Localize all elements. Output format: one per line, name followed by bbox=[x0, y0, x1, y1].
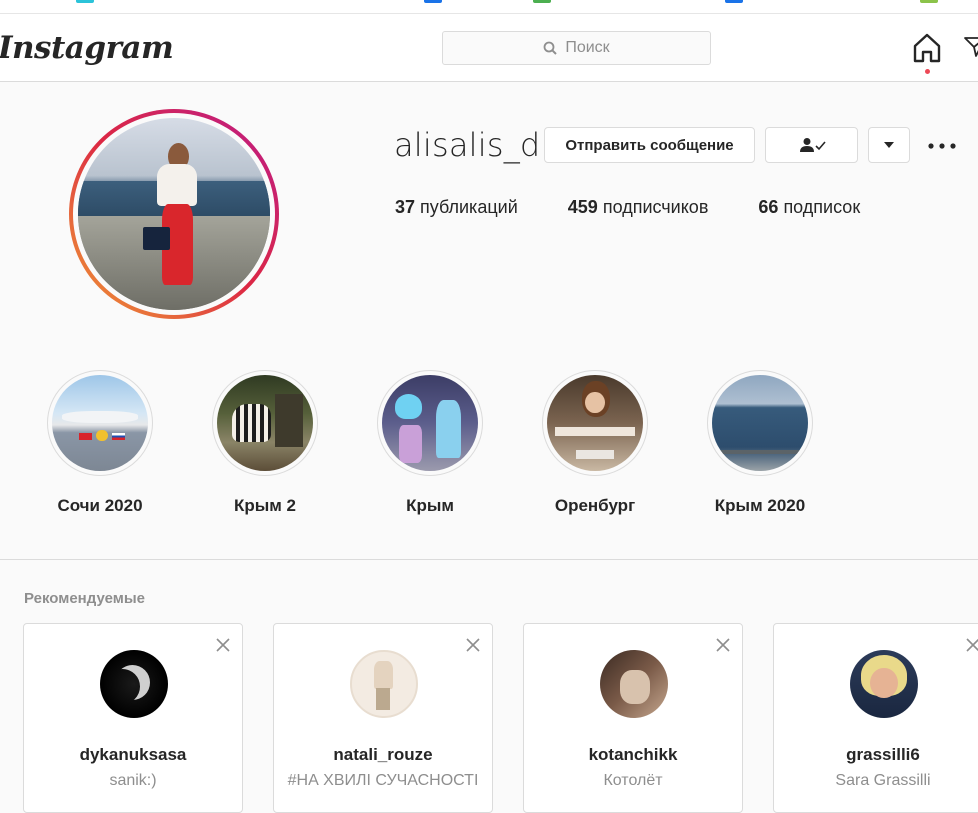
home-icon[interactable] bbox=[911, 32, 943, 64]
followers-count[interactable]: 459 подписчиков bbox=[568, 197, 709, 218]
user-check-icon bbox=[799, 138, 826, 152]
bookmark-mark[interactable] bbox=[533, 0, 551, 3]
highlight-label: Крым bbox=[406, 496, 454, 515]
search-icon bbox=[543, 41, 558, 55]
bookmark-mark[interactable] bbox=[725, 0, 743, 3]
posts-count: 37 публикаций bbox=[395, 197, 518, 217]
suggestion-subtitle: Sara Grassilli bbox=[835, 772, 931, 789]
chevron-down-icon bbox=[884, 142, 894, 148]
highlight-label: Сочи 2020 bbox=[57, 496, 143, 515]
suggestion-card: kotanchikk Котолёт bbox=[523, 623, 743, 813]
bookmark-mark[interactable] bbox=[76, 0, 94, 3]
story-highlight[interactable]: Крым 2020 bbox=[707, 370, 813, 516]
direct-message-icon[interactable] bbox=[963, 34, 978, 58]
highlight-label: Крым 2020 bbox=[714, 496, 806, 515]
suggestion-username[interactable]: kotanchikk bbox=[524, 745, 742, 765]
highlight-cover bbox=[547, 375, 643, 471]
story-highlight[interactable]: Крым bbox=[377, 370, 483, 516]
profile-username: alisalis_d bbox=[394, 126, 541, 164]
suggestion-card: natali_rouze #НА ХВИЛІ СУЧАСНОСТІ bbox=[273, 623, 493, 813]
profile-stats: 37 публикаций 459 подписчиков 66 подписо… bbox=[395, 197, 910, 218]
browser-bookmarks-bar bbox=[0, 0, 978, 14]
story-highlight[interactable]: Оренбург bbox=[542, 370, 648, 516]
highlight-cover bbox=[217, 375, 313, 471]
suggestion-username[interactable]: natali_rouze bbox=[274, 745, 492, 765]
highlight-label: Оренбург bbox=[554, 496, 636, 515]
avatar[interactable] bbox=[350, 650, 418, 718]
search-placeholder: Поиск bbox=[565, 39, 610, 56]
bookmark-mark[interactable] bbox=[424, 0, 442, 3]
close-icon[interactable] bbox=[716, 638, 730, 652]
avatar[interactable] bbox=[600, 650, 668, 718]
highlight-cover bbox=[382, 375, 478, 471]
suggested-title: Рекомендуемые bbox=[24, 590, 145, 607]
suggestion-card: grassilli6 Sara Grassilli bbox=[773, 623, 978, 813]
suggestion-subtitle: Котолёт bbox=[603, 772, 663, 789]
story-highlight[interactable]: Крым 2 bbox=[212, 370, 318, 516]
bookmark-mark[interactable] bbox=[920, 0, 938, 3]
following-count[interactable]: 66 подписок bbox=[758, 197, 860, 218]
notification-dot bbox=[925, 69, 930, 74]
more-options-icon[interactable] bbox=[928, 143, 956, 149]
close-icon[interactable] bbox=[466, 638, 480, 652]
avatar[interactable] bbox=[100, 650, 168, 718]
instagram-logo[interactable]: Instagram bbox=[0, 30, 174, 66]
send-message-button[interactable]: Отправить сообщение bbox=[544, 127, 755, 163]
suggestion-card: dykanuksasa sanik:) bbox=[23, 623, 243, 813]
section-divider bbox=[0, 559, 978, 560]
search-input[interactable]: Поиск bbox=[442, 31, 711, 65]
profile-avatar[interactable] bbox=[69, 109, 279, 319]
suggestion-subtitle: sanik:) bbox=[109, 772, 157, 789]
suggestions-dropdown-button[interactable] bbox=[868, 127, 910, 163]
suggestion-username[interactable]: grassilli6 bbox=[774, 745, 978, 765]
highlight-cover bbox=[712, 375, 808, 471]
highlight-cover bbox=[52, 375, 148, 471]
following-button[interactable] bbox=[765, 127, 858, 163]
close-icon[interactable] bbox=[966, 638, 978, 652]
suggestion-username[interactable]: dykanuksasa bbox=[24, 745, 242, 765]
close-icon[interactable] bbox=[216, 638, 230, 652]
avatar[interactable] bbox=[850, 650, 918, 718]
story-highlight[interactable]: Сочи 2020 bbox=[47, 370, 153, 516]
top-navbar: Instagram Поиск bbox=[0, 14, 978, 82]
suggestion-subtitle: #НА ХВИЛІ СУЧАСНОСТІ bbox=[287, 772, 479, 789]
avatar-photo bbox=[78, 118, 270, 310]
highlight-label: Крым 2 bbox=[233, 496, 297, 515]
